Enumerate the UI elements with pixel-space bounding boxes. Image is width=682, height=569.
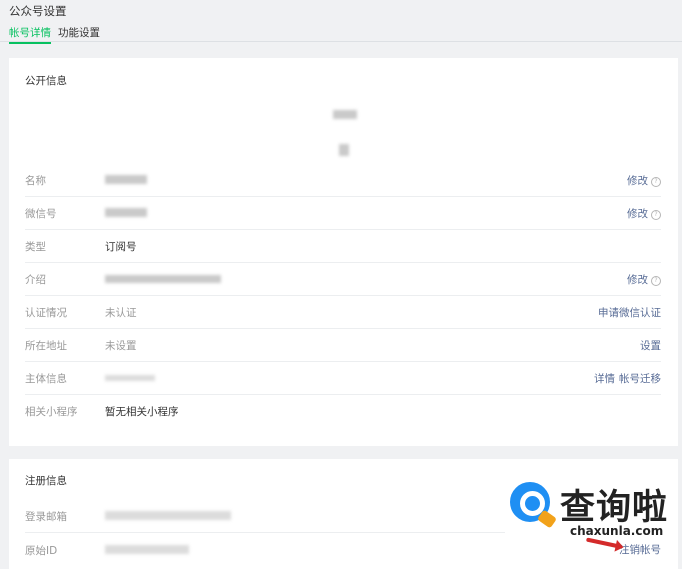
help-icon: ? xyxy=(651,177,661,187)
row-label: 相关小程序 xyxy=(25,406,78,418)
intro-value-blurred xyxy=(105,275,221,283)
set-address-link[interactable]: 设置 xyxy=(640,338,661,353)
row-label: 认证情况 xyxy=(25,307,67,319)
type-value: 订阅号 xyxy=(105,241,137,253)
row-verification: 认证情况 未认证 申请微信认证 xyxy=(25,295,661,329)
row-type: 类型 订阅号 xyxy=(25,229,661,263)
address-value: 未设置 xyxy=(105,340,137,352)
row-name: 名称 修改? xyxy=(25,163,661,197)
row-entity: 主体信息 详情 帐号迁移 xyxy=(25,361,661,395)
row-label: 所在地址 xyxy=(25,340,67,352)
tab-bar: 帐号详情 功能设置 xyxy=(0,22,682,44)
edit-name-button[interactable]: 修改? xyxy=(627,173,661,188)
original-id-value-blurred xyxy=(105,545,189,554)
row-login-email: 登录邮箱 xyxy=(25,499,505,533)
tab-account-details[interactable]: 帐号详情 xyxy=(9,25,51,44)
avatar-image xyxy=(333,110,357,119)
verification-value: 未认证 xyxy=(105,307,137,319)
row-label: 主体信息 xyxy=(25,373,67,385)
wechat-id-value-blurred xyxy=(105,208,147,217)
tab-feature-settings[interactable]: 功能设置 xyxy=(58,25,100,40)
help-icon: ? xyxy=(651,276,661,286)
entity-value-blurred xyxy=(105,375,155,381)
row-label: 原始ID xyxy=(25,545,58,557)
name-value-blurred xyxy=(105,175,147,184)
entity-actions: 详情 帐号迁移 xyxy=(594,371,661,386)
row-wechat-id: 微信号 修改? xyxy=(25,196,661,230)
row-label: 名称 xyxy=(25,175,46,187)
edit-intro-button[interactable]: 修改? xyxy=(627,272,661,287)
row-mini-program: 相关小程序 暂无相关小程序 xyxy=(25,394,661,427)
watermark-url: chaxunla.com xyxy=(570,524,664,538)
qrcode-image xyxy=(339,144,349,156)
watermark: 查询啦 chaxunla.com xyxy=(504,475,676,555)
row-label: 介绍 xyxy=(25,274,46,286)
page-title: 公众号设置 xyxy=(9,4,67,18)
row-label: 微信号 xyxy=(25,208,57,220)
section-title-register: 注册信息 xyxy=(25,475,67,487)
edit-wechat-id-button[interactable]: 修改? xyxy=(627,206,661,221)
row-address: 所在地址 未设置 设置 xyxy=(25,328,661,362)
apply-verification-link[interactable]: 申请微信认证 xyxy=(598,305,661,320)
entity-details-link[interactable]: 详情 xyxy=(594,373,615,385)
account-migration-link[interactable]: 帐号迁移 xyxy=(619,373,661,385)
row-intro: 介绍 修改? xyxy=(25,262,661,296)
row-label: 类型 xyxy=(25,241,46,253)
row-label: 登录邮箱 xyxy=(25,511,67,523)
watermark-text: 查询啦 xyxy=(560,488,669,528)
email-value-blurred xyxy=(105,511,231,520)
section-title-public: 公开信息 xyxy=(25,75,67,87)
help-icon: ? xyxy=(651,210,661,220)
mini-program-value: 暂无相关小程序 xyxy=(105,406,179,418)
public-info-card: 公开信息 名称 修改? 微信号 修改? 类型 订阅号 介绍 修改? 认证情况 未… xyxy=(9,58,678,446)
